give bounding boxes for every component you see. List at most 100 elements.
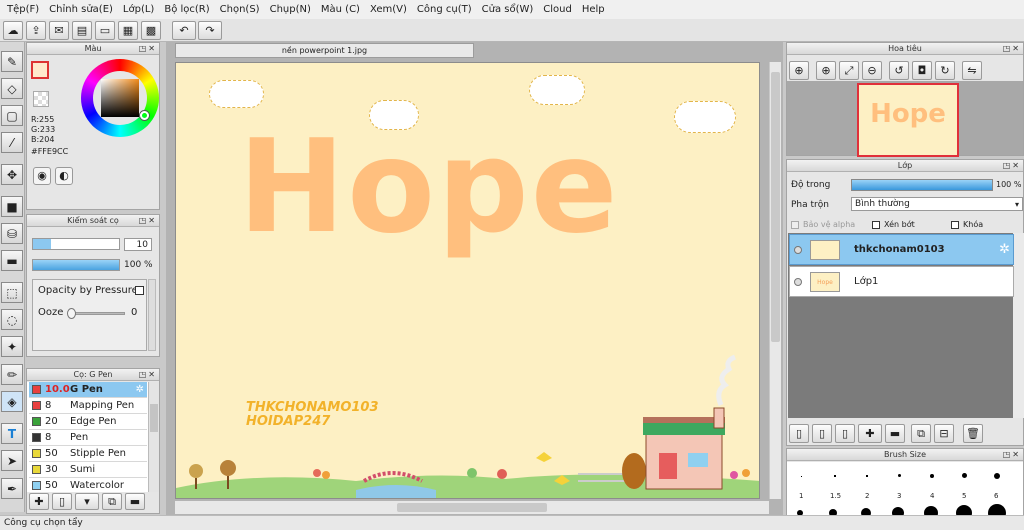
- brush-list-scrollbar[interactable]: [148, 382, 159, 492]
- bucket-tool-icon[interactable]: ⛁: [1, 223, 23, 244]
- fill-rect-tool-icon[interactable]: ■: [1, 196, 23, 217]
- magic-wand-tool-icon[interactable]: ✦: [1, 336, 23, 357]
- menu-filter[interactable]: Bộ lọc(R): [159, 0, 214, 19]
- navigator-thumbnail[interactable]: Hope: [857, 83, 959, 157]
- grid-layout-icon[interactable]: ▩: [141, 21, 161, 40]
- select-eraser-tool-icon[interactable]: ◈: [1, 391, 23, 412]
- panel-close-icon[interactable]: ◳✕: [139, 215, 157, 227]
- menu-tools[interactable]: Công cụ(T): [412, 0, 477, 19]
- brush-item-g-pen[interactable]: 10.0 G Pen ✲: [29, 382, 147, 398]
- layer-add-menu-icon[interactable]: ✚: [858, 424, 882, 443]
- layer-copy-icon[interactable]: ⧉: [911, 424, 931, 443]
- cloud-icon[interactable]: ☁: [3, 21, 23, 40]
- layer-folder-icon[interactable]: ▬: [885, 424, 905, 443]
- drawing-canvas[interactable]: Hope THKCHONAMO103 HOIDAP247: [175, 62, 760, 499]
- brush-item-pen[interactable]: 8 Pen: [29, 430, 147, 446]
- protect-alpha-checkbox[interactable]: [791, 220, 799, 229]
- panel-layout-icon[interactable]: ▦: [118, 21, 138, 40]
- panel-close-icon[interactable]: ◳✕: [139, 43, 157, 55]
- brush-size-input[interactable]: 10: [124, 238, 152, 251]
- operation-tool-icon[interactable]: ➤: [1, 450, 23, 471]
- brush-folder-icon[interactable]: ▬: [125, 493, 145, 510]
- opacity-by-pressure-checkbox[interactable]: [135, 286, 144, 295]
- layer-merge-icon[interactable]: ⊟: [934, 424, 954, 443]
- lock-checkbox[interactable]: [951, 220, 959, 229]
- zoom-in-icon[interactable]: ⊕: [816, 61, 836, 80]
- menu-capture[interactable]: Chụp(N): [265, 0, 316, 19]
- redo-button[interactable]: ↷: [198, 21, 222, 40]
- dropper-tool-icon[interactable]: ✒: [1, 478, 23, 499]
- panel-close-icon[interactable]: ◳✕: [1003, 160, 1021, 172]
- brush-menu-icon[interactable]: ▾: [75, 493, 99, 510]
- palette-icon[interactable]: ◉: [33, 167, 51, 185]
- gradient-tool-icon[interactable]: ▬: [1, 250, 23, 271]
- new-layer-icon[interactable]: ▯: [789, 424, 809, 443]
- zoom-out-icon[interactable]: ⊖: [862, 61, 882, 80]
- brush-item-stipple-pen[interactable]: 50 Stipple Pen: [29, 446, 147, 462]
- ooze-slider[interactable]: [67, 308, 125, 319]
- brush-control-scrollbar[interactable]: [148, 279, 156, 351]
- brush-item-edge-pen[interactable]: 20 Edge Pen: [29, 414, 147, 430]
- layer-visibility-icon[interactable]: [794, 245, 802, 254]
- comment-icon[interactable]: ✉: [49, 21, 69, 40]
- reset-view-icon[interactable]: ◘: [912, 61, 932, 80]
- eraser-tool-icon[interactable]: ◇: [1, 78, 23, 99]
- text-tool-icon[interactable]: T: [1, 423, 23, 444]
- layer-list-scrollbar[interactable]: [1013, 233, 1024, 418]
- brush-item-mapping-pen[interactable]: 8 Mapping Pen: [29, 398, 147, 414]
- menu-cloud[interactable]: Cloud: [538, 0, 577, 19]
- menu-window[interactable]: Cửa sổ(W): [477, 0, 539, 19]
- brush-opacity-slider[interactable]: [32, 259, 120, 271]
- fit-window-icon[interactable]: ⤢: [839, 61, 859, 80]
- document-tab[interactable]: nền powerpoint 1.jpg: [175, 43, 474, 58]
- menu-edit[interactable]: Chỉnh sửa(E): [44, 0, 118, 19]
- panel-close-icon[interactable]: ◳✕: [1003, 43, 1021, 55]
- select-pen-tool-icon[interactable]: ✏: [1, 364, 23, 385]
- brush-settings-gear-icon[interactable]: ✲: [136, 382, 144, 398]
- menu-layer[interactable]: Lớp(L): [118, 0, 159, 19]
- layer-item-thkchonam0103[interactable]: thkchonam0103 ✲: [789, 234, 1014, 265]
- foreground-color-swatch[interactable]: [31, 61, 49, 79]
- brush-item-watercolor[interactable]: 50 Watercolor: [29, 478, 147, 492]
- brush-size-option[interactable]: 5: [962, 492, 966, 500]
- menu-select[interactable]: Chọn(S): [215, 0, 265, 19]
- new-layer-fill-icon[interactable]: ▯: [835, 424, 855, 443]
- rotate-right-icon[interactable]: ↻: [935, 61, 955, 80]
- menu-view[interactable]: Xem(V): [365, 0, 412, 19]
- palette-edit-icon[interactable]: ◐: [55, 167, 73, 185]
- color-saturation-square[interactable]: [101, 79, 139, 117]
- message-icon[interactable]: ▤: [72, 21, 92, 40]
- brush-size-option[interactable]: 1.5: [830, 492, 841, 500]
- panel-close-icon[interactable]: ◳✕: [139, 369, 157, 381]
- brush-size-option[interactable]: 3: [897, 492, 901, 500]
- blend-mode-select[interactable]: Bình thường ▾: [851, 197, 1023, 211]
- brush-size-option[interactable]: 6: [994, 492, 998, 500]
- rotate-left-icon[interactable]: ↺: [889, 61, 909, 80]
- menu-help[interactable]: Help: [577, 0, 610, 19]
- layer-settings-gear-icon[interactable]: ✲: [999, 242, 1010, 257]
- rectangle-tool-icon[interactable]: ▢: [1, 105, 23, 126]
- canvas-vertical-scrollbar[interactable]: [769, 62, 781, 499]
- move-tool-icon[interactable]: ✥: [1, 164, 23, 185]
- color-wheel[interactable]: [81, 59, 159, 137]
- clip-checkbox[interactable]: [872, 220, 880, 229]
- brush-size-slider[interactable]: [32, 238, 120, 250]
- new-layer-alt-icon[interactable]: ▯: [812, 424, 832, 443]
- rect-select-tool-icon[interactable]: ⬚: [1, 282, 23, 303]
- brush-copy-icon[interactable]: ⧉: [102, 493, 122, 510]
- page-icon[interactable]: ▭: [95, 21, 115, 40]
- brush-tool-icon[interactable]: ✎: [1, 51, 23, 72]
- zoom-fit-icon[interactable]: ⊕: [789, 61, 809, 80]
- brush-size-option[interactable]: 1: [799, 492, 803, 500]
- menu-color[interactable]: Màu (C): [316, 0, 365, 19]
- transparent-color-swatch[interactable]: [33, 91, 49, 107]
- layer-item-lop1[interactable]: Hope Lớp1: [789, 266, 1014, 297]
- delete-layer-icon[interactable]: 🗑: [963, 424, 983, 443]
- brush-new-icon[interactable]: ▯: [52, 493, 72, 510]
- brush-add-icon[interactable]: ✚: [29, 493, 49, 510]
- brush-size-option[interactable]: 2: [865, 492, 869, 500]
- layer-visibility-icon[interactable]: [794, 277, 802, 286]
- hue-handle[interactable]: [140, 111, 149, 120]
- undo-button[interactable]: ↶: [172, 21, 196, 40]
- layer-opacity-slider[interactable]: [851, 179, 993, 191]
